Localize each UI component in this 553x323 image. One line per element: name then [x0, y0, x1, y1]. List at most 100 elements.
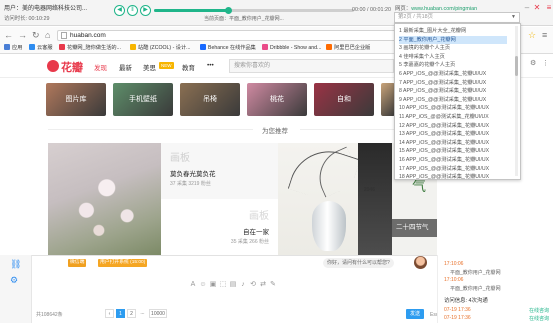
- rewind-icon[interactable]: ◀: [114, 5, 125, 16]
- home-icon[interactable]: ⌂: [45, 30, 50, 40]
- logo-icon[interactable]: [47, 60, 59, 72]
- page-option[interactable]: 5 李嘉嘉的花瓣个人主页: [399, 61, 507, 69]
- bookmark-item[interactable]: Dribbble - Show and...: [262, 44, 321, 53]
- divider: [48, 129, 253, 130]
- bookmark-item[interactable]: 站酷 (ZCOOL) - 设计...: [130, 44, 190, 53]
- visit-page[interactable]: 平面_教你用户_花瓣网: [450, 269, 501, 276]
- page-option[interactable]: 2 平面_教你用户_花瓣网: [399, 35, 507, 44]
- page-option[interactable]: 11 APP_iOS_@@测试采集_花瓣UI/UX: [399, 113, 507, 121]
- category-tile[interactable]: 桃花: [247, 83, 307, 116]
- page-option[interactable]: 16 APP_iOS_@@测试采集_花瓣UI/UX: [399, 156, 507, 164]
- page-option[interactable]: 13 APP_iOS_@@测试采集_花瓣UI/UX: [399, 130, 507, 138]
- board-meta: 35 采集 266 粉丝: [230, 239, 269, 245]
- bookmark-item[interactable]: 阿里巴巴企业版: [326, 44, 370, 53]
- forward-nav-icon[interactable]: →: [18, 30, 27, 40]
- category-tile[interactable]: [381, 83, 395, 116]
- link-icon[interactable]: ⛓: [10, 259, 21, 270]
- transfer-icon[interactable]: ⇄: [258, 280, 268, 288]
- visit-page[interactable]: 平面_教你用户_花瓣网: [450, 285, 501, 292]
- nav-education[interactable]: 教育: [182, 62, 195, 72]
- page-button-1[interactable]: 1: [116, 309, 125, 318]
- browser-menu-icon[interactable]: ≡: [542, 30, 547, 40]
- category-tile[interactable]: 自和: [314, 83, 374, 116]
- bell-icon[interactable]: ♪: [238, 281, 248, 288]
- star-icon[interactable]: ☆: [528, 30, 536, 40]
- progress-knob[interactable]: [225, 7, 232, 14]
- bookmark-item[interactable]: 花瓣网_陪你做生活的...: [59, 44, 121, 53]
- playback-progress[interactable]: [154, 7, 354, 14]
- page-option[interactable]: 14 APP_iOS_@@测试采集_花瓣UI/UX: [399, 139, 507, 147]
- page-option[interactable]: 7 APP_iOS_@@测试采集_花瓣UI/UX: [399, 79, 507, 87]
- extension-icon[interactable]: ⚙: [530, 59, 536, 67]
- bookmark-label: Dribbble - Show and...: [270, 45, 322, 51]
- page-button-last[interactable]: 10000: [149, 309, 167, 318]
- nav-more[interactable]: •••: [207, 62, 214, 69]
- chevron-down-icon: ▼: [511, 14, 516, 20]
- nav-latest[interactable]: 最新: [119, 62, 132, 72]
- nav-meisi[interactable]: 美思: [143, 62, 156, 72]
- page-option[interactable]: 3 画境的花瓣个人主页: [399, 44, 507, 52]
- pause-icon[interactable]: ‖: [127, 5, 138, 16]
- bookmark-item[interactable]: 云客服: [29, 44, 53, 53]
- category-strip: 图片库 手机壁纸 吊椅 桃花 自和: [46, 83, 396, 116]
- menu-dots-icon[interactable]: ⋮: [542, 59, 549, 67]
- site-logo[interactable]: 花瓣: [61, 59, 83, 75]
- board-card[interactable]: 画板 莫负春光莫负花 37 采集 3219 粉丝: [161, 143, 278, 199]
- reload-icon[interactable]: ↻: [32, 30, 40, 40]
- chat-sidebar: ⛓ ⚙: [0, 255, 32, 323]
- page-option[interactable]: 15 APP_iOS_@@测试采集_花瓣UI/UX: [399, 147, 507, 155]
- avatar: [414, 256, 427, 269]
- site-search-input[interactable]: 搜索你喜欢的: [229, 59, 394, 73]
- back-icon[interactable]: ←: [4, 30, 13, 40]
- page-select[interactable]: 第2页 / 共18页 ▼: [394, 12, 520, 23]
- page-option[interactable]: 9 APP_iOS_@@测试采集_花瓣UI/UX: [399, 96, 507, 104]
- page-button-2[interactable]: 2: [127, 309, 136, 318]
- scrollbar[interactable]: [515, 26, 518, 176]
- pen-icon[interactable]: ✎: [268, 280, 278, 288]
- visit-row: 17:10:06: [444, 261, 463, 267]
- bookmark-item[interactable]: 应用: [4, 44, 22, 53]
- text-icon[interactable]: A: [188, 281, 198, 288]
- page-option[interactable]: 1 最新采集_图片大全_花瓣网: [399, 27, 507, 35]
- page-url-label: 网页：www.huaban.com/pingmian: [395, 4, 477, 12]
- pin-image-blossom[interactable]: [48, 143, 161, 255]
- page-option[interactable]: 10 APP_iOS_@@测试采集_花瓣UI/UX: [399, 104, 507, 112]
- page-option[interactable]: 8 APP_iOS_@@测试采集_花瓣UI/UX: [399, 87, 507, 95]
- page-option[interactable]: 18 APP_iOS_@@测试采集_花瓣UI/UX: [399, 173, 507, 179]
- file-icon[interactable]: ▤: [228, 280, 238, 288]
- prev-page-button[interactable]: ‹: [105, 309, 114, 318]
- page-option[interactable]: 12 APP_iOS_@@测试采集_花瓣UI/UX: [399, 122, 507, 130]
- visit-date: 07-19 17:36: [444, 307, 471, 313]
- image-icon[interactable]: ▣: [208, 280, 218, 288]
- current-page-label: 当前页面：平面_教你用户_花瓣网...: [204, 16, 284, 22]
- page-option[interactable]: 6 APP_iOS_@@测试采集_花瓣UI/UX: [399, 70, 507, 78]
- menu-icon[interactable]: ≡: [544, 3, 553, 13]
- screenshot-icon[interactable]: ⬚: [218, 280, 228, 288]
- board-card[interactable]: 画板 自在一家 35 采集 266 粉丝: [161, 199, 278, 255]
- visit-duration: 访问时长: 00:10:29: [4, 16, 50, 22]
- settings-icon[interactable]: ⚙: [10, 275, 18, 286]
- category-tile[interactable]: 吊椅: [180, 83, 240, 116]
- scrollbar-thumb[interactable]: [515, 56, 518, 76]
- nav-discover[interactable]: 发现: [94, 62, 107, 72]
- emoji-icon[interactable]: ☺: [198, 281, 208, 288]
- history-icon[interactable]: ⟲: [248, 280, 258, 288]
- board-meta: 37 采集 3219 粉丝: [170, 181, 211, 187]
- bookmark-item[interactable]: Behance 在线作品集: [200, 44, 256, 53]
- board-title: 自在一家: [243, 229, 269, 236]
- category-tile[interactable]: 手机壁纸: [113, 83, 173, 116]
- bookmark-icon: [326, 44, 332, 50]
- bookmark-icon: [59, 44, 65, 50]
- close-icon[interactable]: ✕: [532, 3, 542, 13]
- bookmark-icon: [29, 44, 35, 50]
- minimize-icon[interactable]: –: [522, 3, 532, 13]
- category-tile[interactable]: 图片库: [46, 83, 106, 116]
- pin-image-vase[interactable]: 2046: [278, 143, 392, 255]
- visit-status: 在线咨询: [528, 316, 549, 322]
- solar-term-caption: 二十四节气: [392, 219, 437, 237]
- forward-icon[interactable]: ▶: [140, 5, 151, 16]
- page-option[interactable]: 17 APP_iOS_@@测试采集_花瓣UI/UX: [399, 165, 507, 173]
- board-ghost-label: 画板: [170, 153, 190, 164]
- send-button[interactable]: 发送: [406, 309, 424, 319]
- page-option[interactable]: 4 佳啡采集个人主页: [399, 53, 507, 61]
